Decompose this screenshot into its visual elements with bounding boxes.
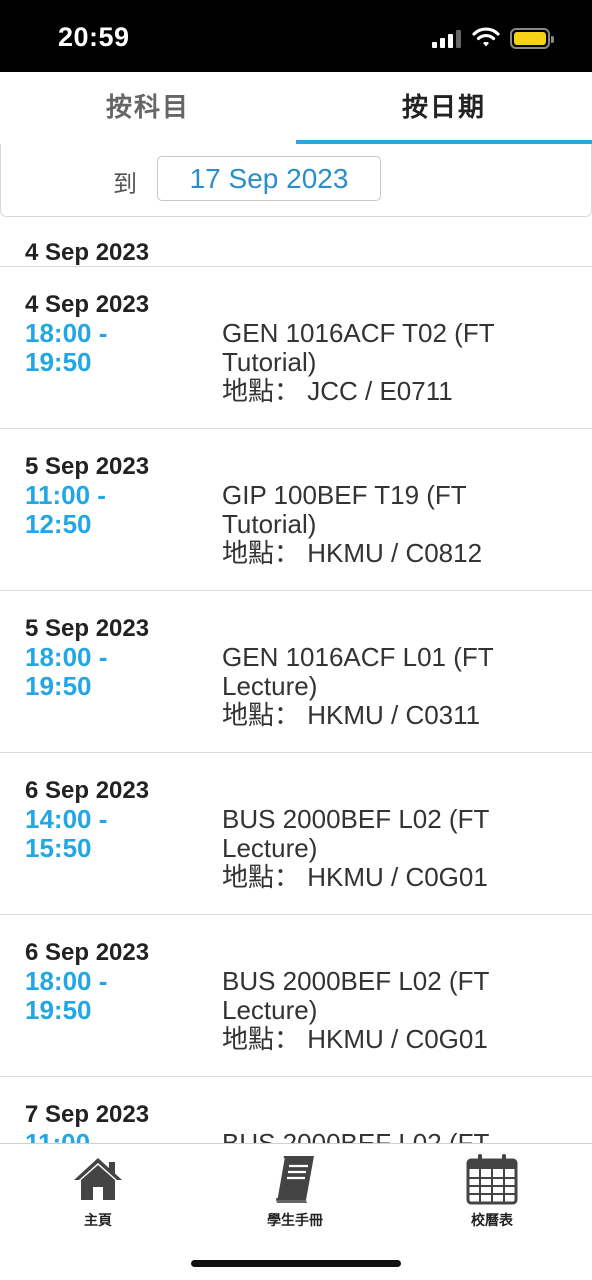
view-tabs: 按科目 按日期 <box>0 72 592 144</box>
status-time: 20:59 <box>58 22 130 52</box>
home-icon <box>74 1158 122 1200</box>
to-label: 到 <box>113 171 137 198</box>
nav-home-label: 主頁 <box>84 1212 112 1228</box>
nav-calendar-label: 校曆表 <box>471 1212 513 1228</box>
event-date: 7 Sep 2023 <box>25 1101 150 1128</box>
date-filter: 到 17 Sep 2023 <box>0 144 592 217</box>
event-time: 18:00 - 19:50 <box>25 642 108 701</box>
event-date: 6 Sep 2023 <box>25 939 150 966</box>
event-time: 18:00 - 19:50 <box>25 966 108 1025</box>
event-date: 4 Sep 2023 <box>25 291 150 318</box>
list-item[interactable]: 6 Sep 2023 14:00 - 15:50 BUS 2000BEF L02… <box>0 753 592 915</box>
date-group-header: 4 Sep 2023 <box>0 217 592 267</box>
list-item[interactable]: 7 Sep 2023 11:00 - BUS 2000BEF L02 (FT <box>0 1077 592 1143</box>
event-date: 5 Sep 2023 <box>25 615 150 642</box>
wifi-icon <box>472 27 500 47</box>
event-title: BUS 2000BEF L02 (FT Lecture) <box>222 804 489 863</box>
list-item[interactable]: 6 Sep 2023 18:00 - 19:50 BUS 2000BEF L02… <box>0 915 592 1077</box>
event-time: 11:00 - 12:50 <box>25 480 106 539</box>
home-indicator[interactable] <box>191 1260 401 1267</box>
end-date-picker[interactable]: 17 Sep 2023 <box>157 156 381 201</box>
handbook-icon <box>276 1156 314 1203</box>
event-title: GEN 1016ACF L01 (FT Lecture) <box>222 642 494 701</box>
nav-handbook[interactable]: 學生手冊 <box>220 1152 370 1230</box>
list-item[interactable]: 5 Sep 2023 11:00 - 12:50 GIP 100BEF T19 … <box>0 429 592 591</box>
event-time: 11:00 - <box>25 1128 106 1144</box>
event-location: 地點： JCC / E0711 <box>222 376 453 406</box>
calendar-icon <box>466 1154 518 1205</box>
list-item[interactable]: 4 Sep 2023 18:00 - 19:50 GEN 1016ACF T02… <box>0 267 592 429</box>
event-date: 5 Sep 2023 <box>25 453 150 480</box>
signal-icon <box>432 30 462 48</box>
list-item[interactable]: 5 Sep 2023 18:00 - 19:50 GEN 1016ACF L01… <box>0 591 592 753</box>
event-title: GEN 1016ACF T02 (FT Tutorial) <box>222 318 495 377</box>
event-date: 6 Sep 2023 <box>25 777 150 804</box>
battery-level <box>514 32 546 45</box>
nav-home[interactable]: 主頁 <box>23 1152 173 1230</box>
event-title: GIP 100BEF T19 (FT Tutorial) <box>222 480 467 539</box>
event-list[interactable]: 4 Sep 2023 4 Sep 2023 18:00 - 19:50 GEN … <box>0 217 592 1143</box>
event-location: 地點： HKMU / C0812 <box>222 538 483 568</box>
event-title: BUS 2000BEF L02 (FT <box>222 1128 490 1144</box>
event-location: 地點： HKMU / C0G01 <box>222 862 488 892</box>
status-bar: 20:59 <box>0 0 592 72</box>
nav-calendar[interactable]: 校曆表 <box>417 1152 567 1230</box>
event-location: 地點： HKMU / C0G01 <box>222 1024 488 1054</box>
nav-handbook-label: 學生手冊 <box>267 1212 323 1228</box>
event-time: 18:00 - 19:50 <box>25 318 108 377</box>
tab-by-date[interactable]: 按日期 <box>296 72 592 144</box>
battery-icon <box>510 28 554 49</box>
event-title: BUS 2000BEF L02 (FT Lecture) <box>222 966 489 1025</box>
tab-by-subject[interactable]: 按科目 <box>0 72 296 144</box>
event-time: 14:00 - 15:50 <box>25 804 108 863</box>
event-location: 地點： HKMU / C0311 <box>222 700 481 730</box>
